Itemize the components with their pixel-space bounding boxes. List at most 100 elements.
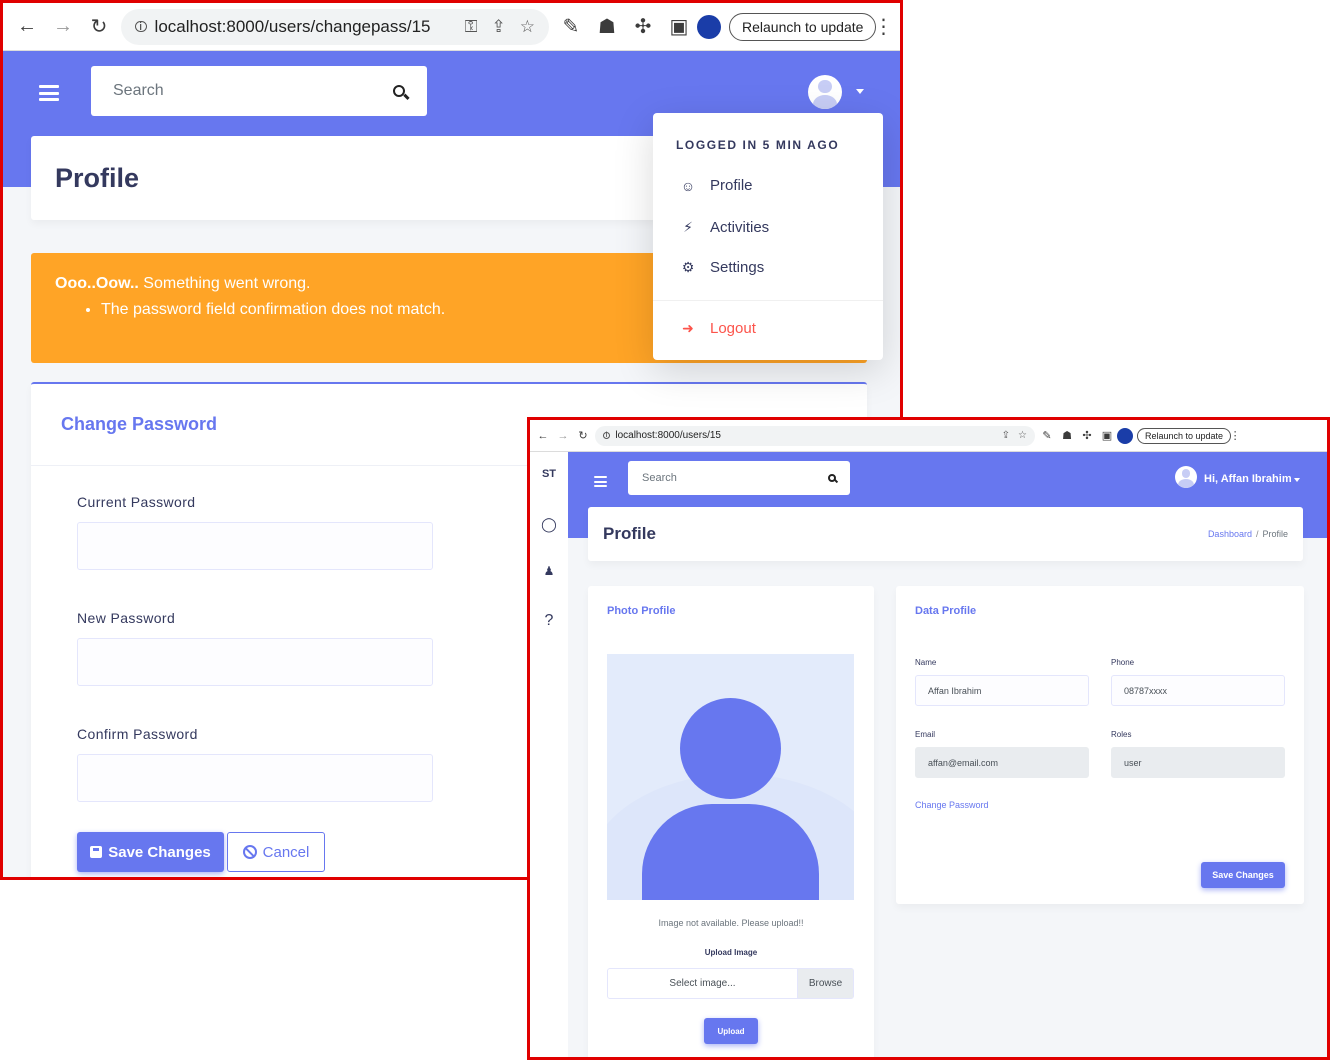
user-greeting[interactable]: Hi, Affan Ibrahim [1204, 473, 1292, 485]
hamburger-icon[interactable] [594, 476, 607, 487]
search-input[interactable]: Search [628, 461, 850, 495]
star-icon[interactable]: ☆ [1018, 430, 1027, 441]
user-icon: ☺ [680, 177, 696, 194]
search-placeholder: Search [642, 472, 677, 484]
dropdown-item-label: Activities [710, 219, 770, 236]
dropdown-divider [653, 300, 883, 301]
ban-icon [242, 845, 257, 859]
dropdown-item-profile[interactable]: ☺ Profile [680, 177, 753, 194]
upload-image-label: Upload Image [704, 948, 758, 957]
email-input: affan@email.com [915, 747, 1089, 778]
url-text: localhost:8000/users/15 [615, 430, 721, 441]
reload-icon[interactable]: ↻ [81, 14, 117, 39]
no-image-text: Image not available. Please upload!! [658, 918, 804, 928]
caret-down-icon[interactable] [856, 89, 864, 94]
url-text: localhost:8000/users/changepass/15 [154, 16, 431, 36]
users-icon[interactable]: ♟ [530, 564, 568, 578]
sidepanel-icon[interactable]: ▣ [661, 14, 697, 39]
phone-input[interactable]: 08787xxxx [1111, 675, 1285, 706]
dropdown-item-label: Profile [710, 177, 753, 194]
menu-kebab-icon[interactable]: ⋮ [873, 14, 893, 39]
breadcrumb-current: Profile [1262, 529, 1288, 539]
browser-toolbar: ← → ↻ i localhost:8000/users/15 ⇪ ☆ ✎ ☗ … [530, 420, 1327, 452]
new-password-label: New Password [77, 610, 176, 626]
save-changes-button[interactable]: Save Changes [77, 832, 224, 872]
sidepanel-icon[interactable]: ▣ [1097, 429, 1117, 442]
user-avatar[interactable] [808, 75, 842, 109]
caret-down-icon[interactable] [1294, 478, 1300, 482]
relaunch-button[interactable]: Relaunch to update [729, 12, 877, 41]
name-label: Name [915, 658, 937, 667]
forward-icon[interactable]: → [45, 15, 81, 38]
data-card-title: Data Profile [915, 605, 977, 617]
menu-kebab-icon[interactable]: ⋮ [1230, 429, 1241, 442]
page-title: Profile [55, 162, 140, 193]
profile-avatar-icon[interactable] [697, 14, 721, 39]
photo-profile-card: Photo Profile Image not available. Pleas… [588, 586, 874, 1057]
search-icon[interactable] [393, 85, 405, 97]
eyedropper-icon[interactable]: ✎ [553, 14, 589, 39]
cancel-button[interactable]: Cancel [227, 832, 325, 872]
file-placeholder: Select image... [669, 978, 736, 989]
dropdown-title: LOGGED IN 5 MIN AGO [676, 138, 840, 152]
profile-avatar-icon[interactable] [1117, 427, 1133, 444]
question-icon[interactable]: ? [530, 612, 568, 630]
info-icon[interactable]: i [135, 21, 147, 33]
gear-icon: ⚙ [681, 259, 695, 275]
reload-icon[interactable]: ↻ [573, 429, 593, 442]
share-icon[interactable]: ⇪ [492, 17, 506, 37]
dropdown-item-logout[interactable]: ➜ Logout [680, 320, 756, 337]
current-password-label: Current Password [77, 494, 196, 510]
browse-button[interactable]: Browse [797, 969, 853, 998]
puzzle-icon[interactable]: ✣ [625, 14, 661, 39]
fire-icon[interactable]: ◯ [530, 516, 568, 533]
new-password-input[interactable] [77, 638, 433, 686]
robot-icon[interactable]: ☗ [1057, 429, 1077, 442]
phone-label: Phone [1111, 658, 1135, 667]
page-title: Profile [603, 524, 656, 543]
robot-icon[interactable]: ☗ [589, 14, 625, 39]
alert-title-text: Something went wrong. [138, 275, 311, 292]
search-input[interactable]: Search [91, 66, 427, 116]
dropdown-item-settings[interactable]: ⚙ Settings [680, 259, 764, 276]
save-icon [90, 846, 103, 858]
key-icon[interactable]: ⚿ [465, 17, 478, 37]
user-avatar[interactable] [1175, 466, 1197, 488]
forward-icon[interactable]: → [553, 430, 573, 442]
name-input[interactable]: Affan Ibrahim [915, 675, 1089, 706]
share-icon[interactable]: ⇪ [1002, 430, 1010, 441]
breadcrumb-dashboard-link[interactable]: Dashboard [1208, 529, 1252, 539]
data-profile-card: Data Profile Name Affan Ibrahim Phone 08… [896, 586, 1304, 904]
breadcrumb: Dashboard / Profile [1208, 529, 1288, 539]
sidebar: ST ◯ ♟ ? [530, 452, 568, 1057]
search-placeholder: Search [113, 82, 164, 99]
puzzle-icon[interactable]: ✣ [1077, 429, 1097, 442]
section-header: Profile Dashboard / Profile [588, 507, 1303, 561]
address-bar[interactable]: i localhost:8000/users/changepass/15 ⚿ ⇪… [121, 8, 549, 45]
upload-button[interactable]: Upload [704, 1018, 758, 1044]
eyedropper-icon[interactable]: ✎ [1037, 429, 1057, 442]
photo-card-title: Photo Profile [607, 605, 676, 617]
cancel-label: Cancel [262, 843, 310, 861]
star-icon[interactable]: ☆ [520, 17, 535, 37]
sign-out-icon: ➜ [682, 320, 694, 336]
back-icon[interactable]: ← [533, 430, 553, 442]
change-password-link[interactable]: Change Password [915, 800, 989, 810]
current-password-input[interactable] [77, 522, 433, 570]
confirm-password-input[interactable] [77, 754, 433, 802]
confirm-password-label: Confirm Password [77, 726, 198, 742]
search-icon[interactable] [828, 474, 836, 482]
alert-title-bold: Ooo..Oow.. [55, 275, 139, 292]
roles-label: Roles [1111, 730, 1132, 739]
relaunch-button[interactable]: Relaunch to update [1137, 427, 1232, 444]
back-icon[interactable]: ← [9, 15, 45, 38]
hamburger-icon[interactable] [39, 85, 59, 101]
address-bar[interactable]: i localhost:8000/users/15 ⇪ ☆ [595, 425, 1035, 446]
dropdown-item-activities[interactable]: ⚡ Activities [680, 219, 769, 236]
logout-label: Logout [710, 320, 756, 337]
file-input[interactable]: Select image... Browse [607, 968, 854, 999]
email-label: Email [915, 730, 936, 739]
sidebar-brand[interactable]: ST [530, 468, 568, 480]
save-changes-button[interactable]: Save Changes [1201, 862, 1285, 888]
info-icon[interactable]: i [603, 431, 611, 440]
